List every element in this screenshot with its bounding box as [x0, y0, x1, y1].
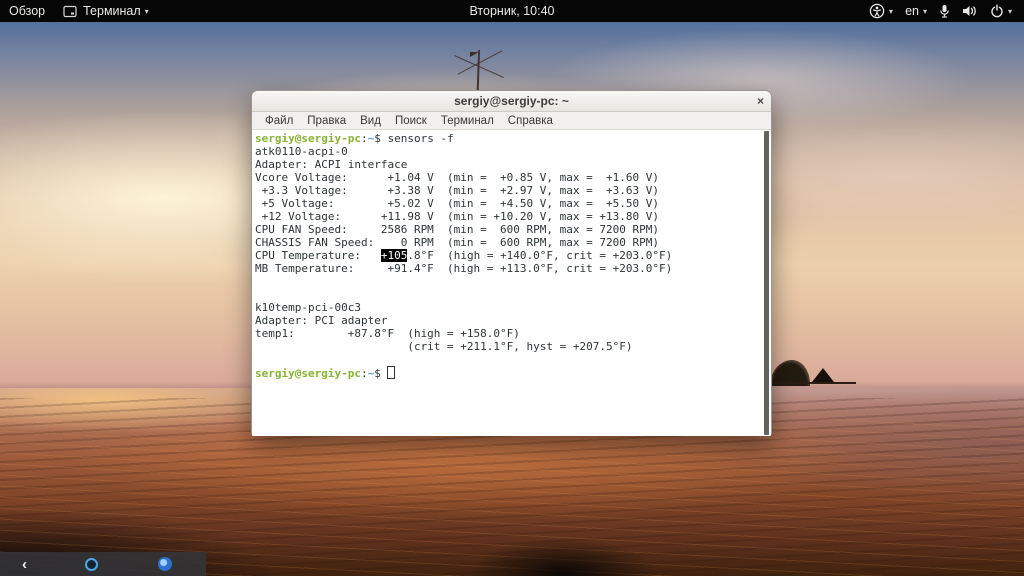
- activities-label: Обзор: [9, 4, 46, 18]
- clock[interactable]: Вторник, 10:40: [470, 4, 555, 18]
- blue-sphere-icon[interactable]: [158, 557, 172, 571]
- scrollbar[interactable]: [764, 131, 769, 435]
- terminal-app-icon: [63, 5, 77, 18]
- mast-pennant: [470, 52, 479, 57]
- island-pier: [770, 382, 856, 384]
- microphone-icon: [940, 4, 949, 18]
- menu-item[interactable]: Терминал: [434, 115, 501, 127]
- terminal-line: MB Temperature: +91.4°F (high = +113.0°F…: [255, 262, 673, 275]
- terminal-line: CHASSIS FAN Speed: 0 RPM (min = 600 RPM,…: [255, 236, 659, 249]
- terminal-cursor: [387, 366, 396, 379]
- keyboard-layout-label: en: [905, 4, 919, 18]
- chevron-down-icon: ▾: [922, 6, 927, 16]
- terminal-line: temp1: +87.8°F (high = +158.0°F): [255, 327, 520, 340]
- terminal-line: +12 Voltage: +11.98 V (min = +10.20 V, m…: [255, 210, 659, 223]
- terminal-line: k10temp-pci-00c3: [255, 301, 361, 314]
- volume-indicator[interactable]: [956, 0, 984, 22]
- terminal-output: sergiy@sergiy-pc:~$ sensors -f atk0110-ac…: [255, 132, 761, 380]
- app-menu-label: Терминал: [83, 4, 141, 18]
- terminal-line: Adapter: PCI adapter: [255, 314, 388, 327]
- menu-item[interactable]: Вид: [353, 115, 388, 127]
- terminal-line: Adapter: ACPI interface: [255, 158, 408, 171]
- accessibility-menu[interactable]: ▾: [863, 0, 899, 22]
- corner-player-overlay: ‹: [0, 552, 206, 576]
- terminal-line: CPU FAN Speed: 2586 RPM (min = 600 RPM, …: [255, 223, 659, 236]
- top-bar-left: Обзор Терминал ▾: [0, 0, 158, 22]
- menu-item[interactable]: Файл: [258, 115, 300, 127]
- microphone-indicator[interactable]: [933, 0, 956, 22]
- menu-item[interactable]: Поиск: [388, 115, 434, 127]
- desktop: ‹ Обзор Терминал ▾ Вторник, 10:40 ▾ en ▾…: [0, 0, 1024, 576]
- speaker-icon: [962, 6, 976, 16]
- terminal-line: atk0110-acpi-0: [255, 145, 348, 158]
- app-menu-button[interactable]: Терминал ▾: [54, 0, 158, 22]
- terminal-window: sergiy@sergiy-pc: ~ × Файл Правка Вид Поиск…: [251, 90, 772, 436]
- terminal-line: Vcore Voltage: +1.04 V (min = +0.85 V, m…: [255, 171, 659, 184]
- top-bar: Обзор Терминал ▾ Вторник, 10:40 ▾ en ▾ ▾: [0, 0, 1024, 22]
- terminal-line: CPU Temperature: +105.8°F (high = +140.0…: [255, 249, 673, 262]
- menu-item[interactable]: Правка: [300, 115, 353, 127]
- terminal-line: sergiy@sergiy-pc:~$ sensors -f: [255, 132, 454, 145]
- window-titlebar[interactable]: sergiy@sergiy-pc: ~ ×: [252, 91, 771, 112]
- blue-ring-icon[interactable]: [85, 557, 98, 571]
- menu-bar: Файл Правка Вид Поиск Терминал Справка: [252, 112, 771, 130]
- top-bar-right: ▾ en ▾ ▾: [863, 0, 1024, 22]
- terminal-content[interactable]: sergiy@sergiy-pc:~$ sensors -f atk0110-ac…: [252, 130, 771, 436]
- chevron-down-icon: ▾: [889, 6, 894, 16]
- terminal-line: (crit = +211.1°F, hyst = +207.5°F): [255, 340, 633, 353]
- close-button[interactable]: ×: [757, 91, 764, 111]
- power-icon: [991, 4, 1003, 18]
- back-chevron-icon[interactable]: ‹: [22, 557, 27, 572]
- terminal-line: +5 Voltage: +5.02 V (min = +4.50 V, max …: [255, 197, 659, 210]
- chevron-down-icon: ▾: [1007, 6, 1012, 16]
- accessibility-icon: [869, 3, 885, 19]
- terminal-line: sergiy@sergiy-pc:~$: [255, 366, 761, 380]
- chevron-down-icon: ▾: [144, 6, 149, 16]
- power-menu[interactable]: ▾: [984, 0, 1018, 22]
- activities-button[interactable]: Обзор: [0, 0, 54, 22]
- island-hut: [812, 368, 834, 382]
- keyboard-layout-menu[interactable]: en ▾: [899, 0, 933, 22]
- menu-item[interactable]: Справка: [501, 115, 560, 127]
- terminal-line: +3.3 Voltage: +3.38 V (min = +2.97 V, ma…: [255, 184, 659, 197]
- window-title: sergiy@sergiy-pc: ~: [454, 94, 569, 108]
